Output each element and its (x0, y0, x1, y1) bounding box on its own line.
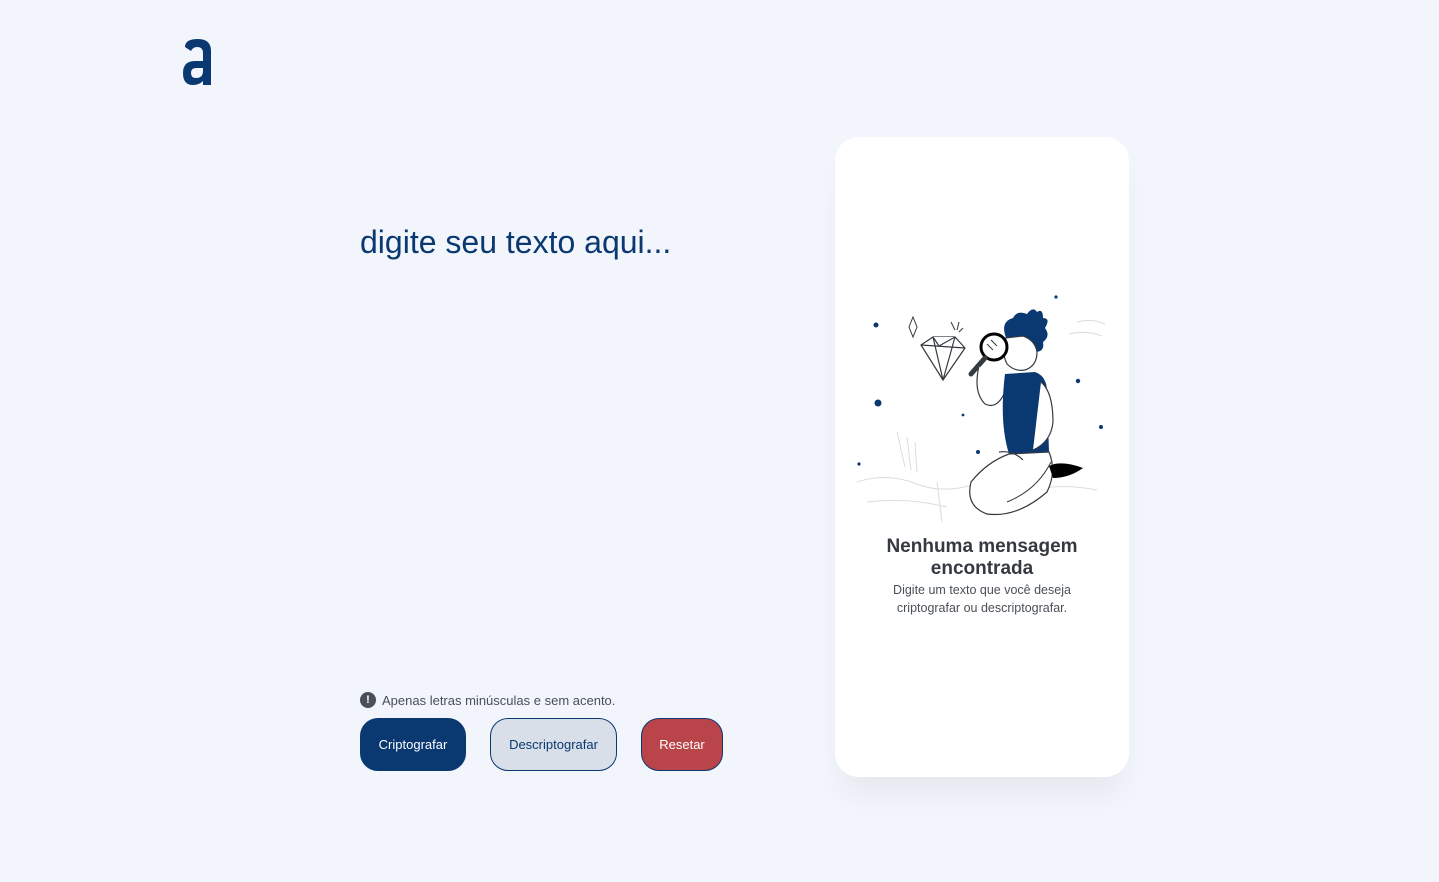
reset-button[interactable]: Resetar (641, 718, 723, 771)
input-warning: ! Apenas letras minúsculas e sem acento. (360, 691, 615, 709)
exclamation-icon: ! (360, 692, 376, 708)
person-magnifying-glass-illustration (856, 295, 1106, 523)
decrypt-button[interactable]: Descriptografar (490, 718, 617, 771)
warning-text: Apenas letras minúsculas e sem acento. (382, 692, 616, 708)
empty-state-description: Digite um texto que você deseja criptogr… (893, 583, 1071, 615)
output-panel: Nenhuma mensagem encontrada Digite um te… (835, 137, 1129, 777)
empty-state-title: Nenhuma mensagem encontrada (886, 536, 1078, 579)
message-input[interactable] (360, 220, 800, 660)
encrypt-button[interactable]: Criptografar (360, 718, 466, 771)
alura-logo-icon (183, 39, 211, 85)
